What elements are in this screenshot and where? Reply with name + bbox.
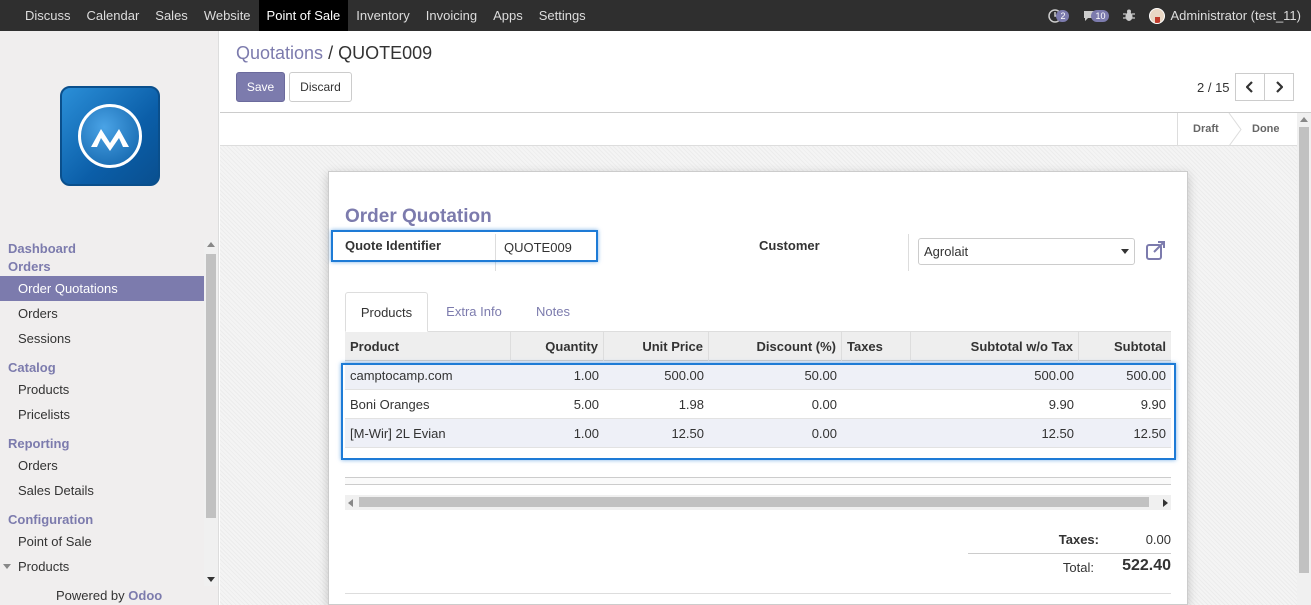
chevron-left-icon	[1246, 81, 1253, 93]
totals-divider	[968, 553, 1171, 554]
scrollbar-thumb[interactable]	[1299, 127, 1309, 573]
sidebar-item-pricelists[interactable]: Pricelists	[0, 402, 204, 427]
breadcrumb-quotations[interactable]: Quotations	[236, 43, 323, 63]
field-divider	[908, 234, 909, 271]
pager-value[interactable]: 2 / 15	[1197, 80, 1230, 95]
customer-value: Agrolait	[924, 244, 969, 259]
breadcrumb-current: QUOTE009	[338, 43, 433, 63]
pager-previous-button[interactable]	[1235, 73, 1265, 101]
sidebar-section-orders[interactable]: Orders	[0, 258, 204, 276]
scroll-up-icon[interactable]	[207, 242, 215, 247]
stage-divider	[1177, 113, 1178, 146]
tab-products[interactable]: Products	[345, 292, 428, 332]
total-value: 522.40	[1122, 557, 1171, 574]
user-name[interactable]: Administrator (test_11)	[1170, 8, 1301, 23]
stage-draft[interactable]: Draft	[1193, 113, 1219, 146]
sidebar-item-orders[interactable]: Orders	[0, 301, 204, 326]
sheet-divider	[345, 593, 1171, 594]
tab-extra-info[interactable]: Extra Info	[434, 292, 514, 332]
app-menu: Discuss Calendar Sales Website Point of …	[0, 0, 594, 31]
table-footer	[345, 477, 1171, 485]
menu-discuss[interactable]: Discuss	[17, 0, 79, 31]
scroll-up-icon[interactable]	[1300, 117, 1308, 122]
company-logo	[60, 86, 160, 186]
menu-apps[interactable]: Apps	[485, 0, 531, 31]
menu-calendar[interactable]: Calendar	[79, 0, 148, 31]
scrollbar-thumb[interactable]	[206, 254, 216, 518]
external-link-icon[interactable]	[1145, 241, 1167, 261]
systray: 2 10 Administrator (test_11)	[1048, 0, 1301, 31]
user-avatar[interactable]	[1149, 7, 1166, 24]
total-label: Total:	[1062, 560, 1094, 575]
sidebar-section-reporting[interactable]: Reporting	[0, 435, 204, 453]
sidebar-item-reporting-orders[interactable]: Orders	[0, 453, 204, 478]
column-header-unit-price[interactable]: Unit Price	[604, 332, 709, 361]
stage-arrow	[1228, 113, 1242, 146]
stage-done[interactable]: Done	[1252, 113, 1280, 146]
column-header-subtotal[interactable]: Subtotal	[1079, 332, 1171, 361]
caret-down-icon	[3, 564, 11, 569]
sidebar-item-label: Products	[18, 559, 70, 574]
sidebar-section-dashboard[interactable]: Dashboard	[0, 240, 204, 258]
scroll-right-icon[interactable]	[1163, 499, 1168, 507]
customer-select[interactable]: Agrolait	[918, 238, 1135, 265]
menu-sales[interactable]: Sales	[147, 0, 196, 31]
activity-count-badge: 2	[1056, 9, 1070, 22]
taxes-value: 0.00	[1145, 532, 1171, 547]
powered-by: Powered by Odoo	[56, 588, 162, 603]
chevron-right-icon	[1276, 81, 1283, 93]
breadcrumb-separator: /	[328, 43, 334, 63]
sidebar-menu: Dashboard Orders Order Quotations Orders…	[0, 240, 204, 579]
tab-notes[interactable]: Notes	[524, 292, 582, 332]
message-count-badge: 10	[1091, 9, 1110, 22]
main-scrollbar[interactable]	[1297, 113, 1311, 605]
menu-inventory[interactable]: Inventory	[348, 0, 417, 31]
debug-button[interactable]	[1123, 9, 1136, 22]
sidebar-section-configuration[interactable]: Configuration	[0, 511, 204, 529]
table-header: Product Quantity Unit Price Discount (%)…	[345, 332, 1171, 361]
save-button[interactable]: Save	[236, 72, 285, 102]
column-header-subtotal-wo-tax[interactable]: Subtotal w/o Tax	[911, 332, 1079, 361]
menu-website[interactable]: Website	[196, 0, 259, 31]
discard-button[interactable]: Discard	[289, 72, 352, 102]
table-horizontal-scrollbar[interactable]	[345, 495, 1171, 510]
control-panel: Quotations / QUOTE009 Save Discard 2 / 1…	[220, 31, 1311, 113]
pager-next-button[interactable]	[1264, 73, 1294, 101]
column-header-discount[interactable]: Discount (%)	[709, 332, 842, 361]
form-title: Order Quotation	[345, 206, 492, 227]
messages-button[interactable]: 10	[1083, 9, 1110, 22]
sidebar-item-products[interactable]: Products	[0, 377, 204, 402]
breadcrumb: Quotations / QUOTE009	[236, 43, 432, 64]
sidebar-item-config-products[interactable]: Products	[0, 554, 204, 579]
odoo-link[interactable]: Odoo	[128, 588, 162, 603]
column-header-quantity[interactable]: Quantity	[511, 332, 604, 361]
activity-button[interactable]: 2	[1048, 8, 1070, 23]
menu-settings[interactable]: Settings	[531, 0, 594, 31]
scroll-down-icon[interactable]	[207, 577, 215, 582]
order-lines-highlight	[341, 363, 1176, 460]
dropdown-arrow-icon	[1121, 249, 1129, 254]
sidebar-item-sessions[interactable]: Sessions	[0, 326, 204, 351]
customer-label: Customer	[759, 238, 820, 253]
column-header-product[interactable]: Product	[345, 332, 511, 361]
quote-identifier-highlight	[331, 230, 598, 262]
logo-emblem	[78, 104, 142, 168]
top-navbar: Discuss Calendar Sales Website Point of …	[0, 0, 1311, 31]
scrollbar-thumb[interactable]	[359, 497, 1149, 507]
bug-icon	[1123, 9, 1136, 21]
status-bar: Draft Done	[220, 113, 1297, 146]
powered-by-text: Powered by	[56, 588, 125, 603]
taxes-label: Taxes:	[1058, 532, 1099, 547]
sidebar-item-point-of-sale[interactable]: Point of Sale	[0, 529, 204, 554]
sidebar: Dashboard Orders Order Quotations Orders…	[0, 31, 219, 605]
sidebar-scrollbar[interactable]	[204, 240, 218, 586]
column-header-taxes[interactable]: Taxes	[842, 332, 911, 361]
sidebar-item-sales-details[interactable]: Sales Details	[0, 478, 204, 503]
sidebar-item-order-quotations[interactable]: Order Quotations	[0, 276, 204, 301]
menu-point-of-sale[interactable]: Point of Sale	[258, 0, 349, 31]
sidebar-section-catalog[interactable]: Catalog	[0, 359, 204, 377]
scroll-left-icon[interactable]	[348, 499, 353, 507]
menu-invoicing[interactable]: Invoicing	[418, 0, 485, 31]
